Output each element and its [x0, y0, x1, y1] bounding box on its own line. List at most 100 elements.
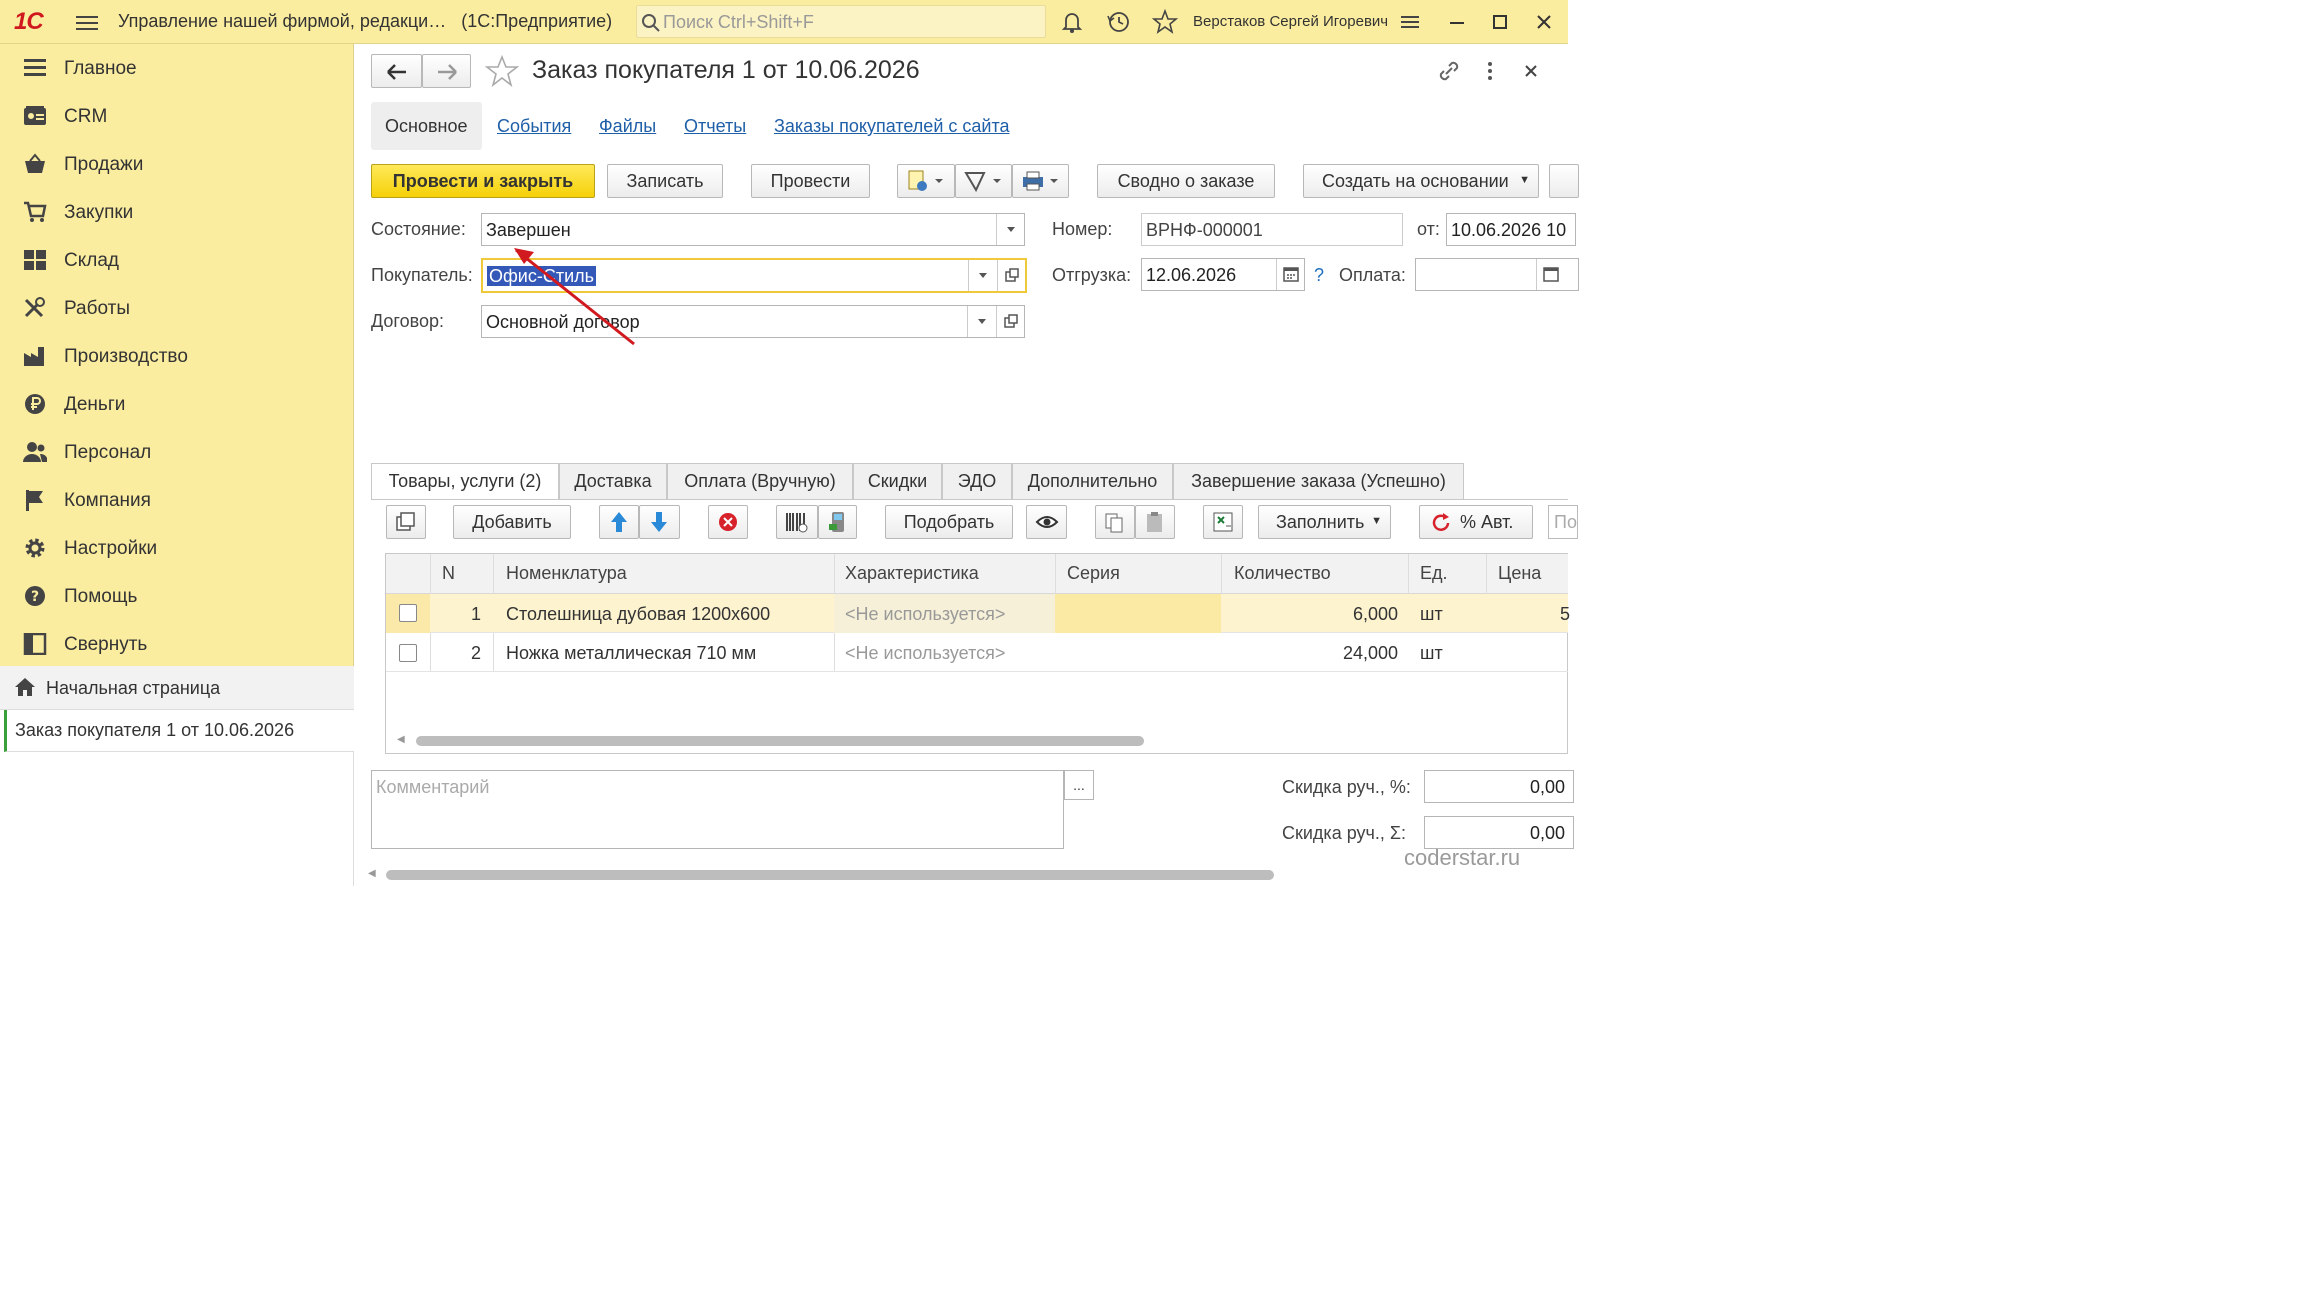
sidebar-item-help[interactable]: ? Помощь [0, 574, 354, 618]
column-header-n[interactable]: N [442, 554, 455, 594]
structure-menu-button[interactable] [897, 164, 955, 198]
shipment-date-field[interactable]: 12.06.2026 [1141, 258, 1305, 291]
bell-icon[interactable] [1058, 8, 1086, 36]
row-quantity[interactable]: 6,000 [1300, 604, 1398, 625]
sidebar-item-collapse[interactable]: Свернуть [0, 622, 354, 666]
tab-site-orders[interactable]: Заказы покупателей с сайта [774, 116, 1010, 137]
payment-date-field[interactable]: . . [1415, 258, 1579, 291]
back-button[interactable] [371, 54, 422, 88]
pick-button[interactable]: Подобрать [885, 505, 1013, 539]
column-header-quantity[interactable]: Количество [1234, 554, 1331, 594]
row-unit[interactable]: шт [1420, 643, 1443, 664]
copy-to-clipboard-button[interactable] [1095, 505, 1135, 539]
delete-row-button[interactable] [708, 505, 748, 539]
global-search-input[interactable]: Поиск Ctrl+Shift+F [636, 5, 1046, 38]
preview-button[interactable] [1026, 505, 1067, 539]
forward-button[interactable] [422, 54, 471, 88]
fill-button[interactable]: Заполнить ▼ [1258, 505, 1391, 539]
column-header-series[interactable]: Серия [1067, 554, 1120, 594]
add-row-button[interactable]: Добавить [453, 505, 571, 539]
status-menu-button[interactable] [955, 164, 1012, 198]
favorites-star-icon[interactable] [1151, 8, 1179, 36]
shipment-help-icon[interactable]: ? [1314, 265, 1324, 286]
row-quantity[interactable]: 24,000 [1300, 643, 1398, 664]
column-header-item[interactable]: Номенклатура [506, 554, 627, 594]
column-header-price[interactable]: Цена [1498, 554, 1541, 594]
main-menu-icon[interactable] [76, 12, 98, 32]
close-window-icon[interactable] [1530, 8, 1558, 36]
tab-order-completion[interactable]: Завершение заказа (Успешно) [1173, 463, 1464, 499]
copy-rows-button[interactable] [386, 505, 426, 539]
row-item[interactable]: Ножка металлическая 710 мм [506, 643, 756, 664]
open-contract-icon[interactable] [996, 306, 1024, 337]
column-header-characteristic[interactable]: Характеристика [845, 554, 979, 594]
print-menu-button[interactable] [1012, 164, 1069, 198]
tab-edo[interactable]: ЭДО [942, 463, 1012, 499]
more-actions-icon[interactable] [1478, 58, 1502, 84]
number-field[interactable]: ВРНФ-000001 [1141, 213, 1403, 246]
post-and-close-button[interactable]: Провести и закрыть [371, 164, 595, 198]
form-scroll-left-icon[interactable]: ◀ [368, 868, 376, 879]
close-form-icon[interactable] [1519, 58, 1543, 84]
move-down-button[interactable] [639, 505, 680, 539]
load-from-excel-button[interactable] [1203, 505, 1243, 539]
row-item[interactable]: Столешница дубовая 1200х600 [506, 604, 770, 625]
maximize-icon[interactable] [1486, 8, 1514, 36]
date-field[interactable]: 10.06.2026 10 [1446, 213, 1576, 246]
create-based-on-button[interactable]: Создать на основании ▼ [1303, 164, 1539, 198]
tab-discounts[interactable]: Скидки [853, 463, 942, 499]
post-button[interactable]: Провести [751, 164, 870, 198]
table-search-input[interactable]: По [1548, 505, 1578, 539]
tab-delivery[interactable]: Доставка [559, 463, 667, 499]
sidebar-item-personnel[interactable]: Персонал [0, 430, 354, 474]
sidebar-item-crm[interactable]: CRM [0, 94, 354, 138]
form-hscrollbar[interactable] [386, 870, 1274, 880]
row-checkbox[interactable] [399, 604, 417, 622]
open-window-current-order[interactable]: Заказ покупателя 1 от 10.06.2026 [4, 710, 354, 752]
auto-discount-button[interactable]: % Авт. [1419, 505, 1533, 539]
scroll-left-icon[interactable]: ◀ [397, 734, 405, 745]
column-header-unit[interactable]: Ед. [1420, 554, 1448, 594]
tab-goods-services[interactable]: Товары, услуги (2) [371, 463, 559, 500]
dropdown-arrow-icon[interactable] [996, 214, 1024, 245]
sidebar-item-purchases[interactable]: Закупки [0, 190, 354, 234]
barcode-search-button[interactable] [776, 505, 818, 539]
favorite-star-icon[interactable] [485, 55, 519, 87]
calendar-icon[interactable] [1276, 259, 1304, 290]
comment-textarea[interactable]: Комментарий [371, 770, 1064, 849]
tab-main[interactable]: Основное [371, 102, 482, 150]
row-characteristic[interactable]: <Не используется> [845, 604, 1005, 625]
dropdown-arrow-icon[interactable] [968, 260, 996, 291]
sidebar-item-sales[interactable]: Продажи [0, 142, 354, 186]
minimize-icon[interactable] [1443, 8, 1471, 36]
sidebar-item-warehouse[interactable]: Склад [0, 238, 354, 282]
tab-reports[interactable]: Отчеты [684, 116, 746, 137]
tab-payment[interactable]: Оплата (Вручную) [667, 463, 853, 499]
extra-command-button[interactable] [1549, 164, 1579, 198]
row-price[interactable]: 5 [1560, 604, 1570, 625]
open-customer-icon[interactable] [997, 260, 1025, 291]
sidebar-item-money[interactable]: Деньги [0, 382, 354, 426]
sidebar-item-main[interactable]: Главное [0, 46, 354, 90]
row-unit[interactable]: шт [1420, 604, 1443, 625]
sidebar-item-company[interactable]: Компания [0, 478, 354, 522]
data-collection-terminal-button[interactable] [818, 505, 857, 539]
user-name[interactable]: Верстаков Сергей Игоревич [1193, 13, 1388, 30]
tab-events[interactable]: События [497, 116, 571, 137]
table-hscrollbar[interactable] [416, 736, 1144, 746]
row-checkbox[interactable] [399, 644, 417, 662]
order-summary-button[interactable]: Сводно о заказе [1097, 164, 1275, 198]
paste-from-clipboard-button[interactable] [1135, 505, 1175, 539]
tab-additional[interactable]: Дополнительно [1012, 463, 1173, 499]
window-menu-icon[interactable] [1396, 8, 1424, 36]
home-page-item[interactable]: Начальная страница [0, 666, 354, 710]
history-icon[interactable] [1105, 8, 1133, 36]
dropdown-arrow-icon[interactable] [967, 306, 995, 337]
calendar-icon[interactable] [1536, 259, 1564, 290]
save-button[interactable]: Записать [607, 164, 723, 198]
sidebar-item-settings[interactable]: Настройки [0, 526, 354, 570]
comment-expand-button[interactable]: ... [1064, 770, 1094, 800]
tab-files[interactable]: Файлы [599, 116, 656, 137]
sidebar-item-production[interactable]: Производство [0, 334, 354, 378]
move-up-button[interactable] [599, 505, 639, 539]
